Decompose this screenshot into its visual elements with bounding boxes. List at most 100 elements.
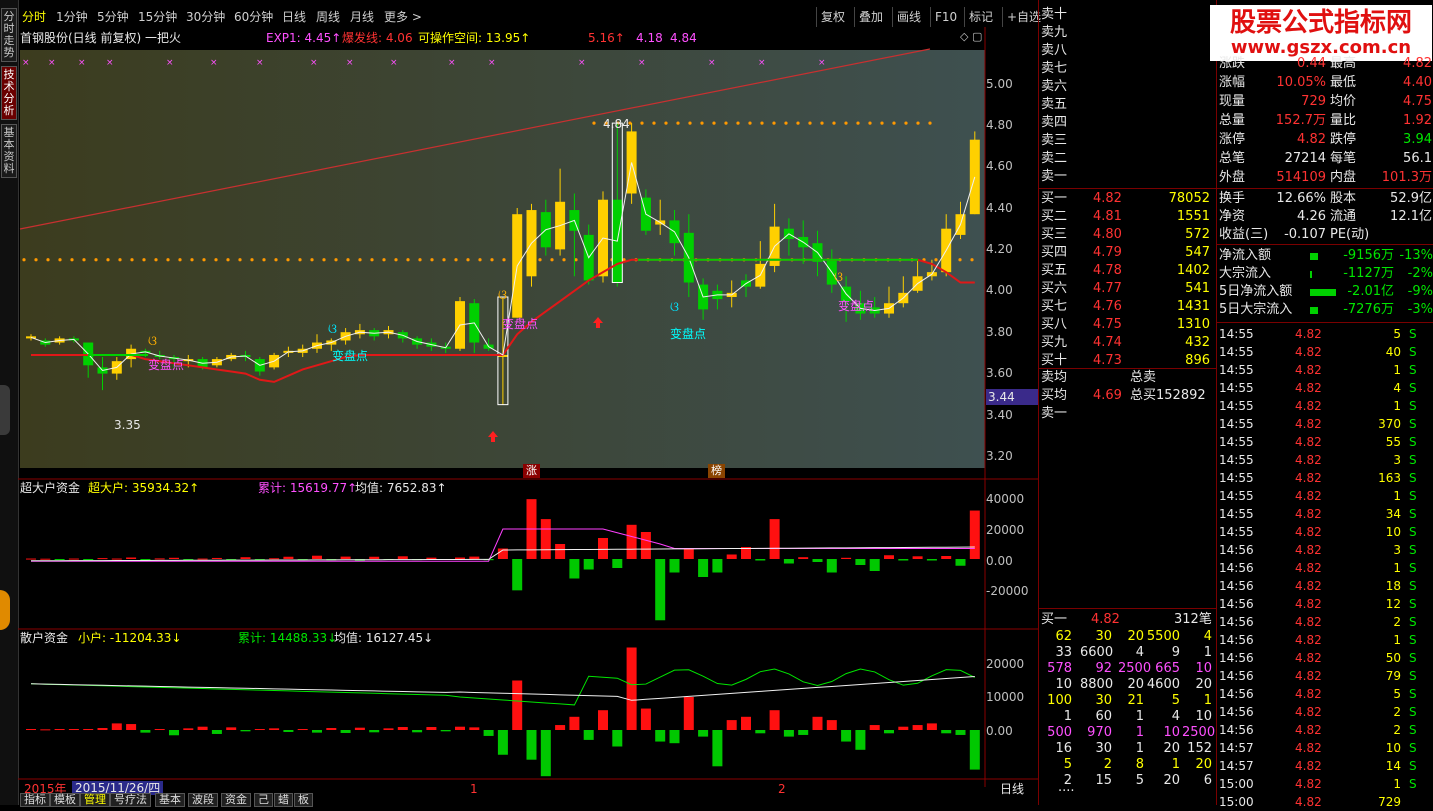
tick-row: 14:56 4.82 50 S xyxy=(1219,649,1433,667)
support-dot xyxy=(226,258,230,262)
pane2-bar xyxy=(269,558,280,560)
tick-price: 4.82 xyxy=(1295,417,1322,431)
period-1min[interactable]: 1分钟 xyxy=(56,7,88,27)
tick-side: S xyxy=(1409,399,1417,413)
overlay-button[interactable]: 叠加 xyxy=(854,7,887,27)
pane2-value-3: 均值: 7652.83↑ xyxy=(355,481,447,495)
date-period: 日线 xyxy=(1000,782,1025,796)
quote-label: 涨停 xyxy=(1219,132,1246,147)
quote-label: 最高 xyxy=(1330,56,1357,71)
tick-side: S xyxy=(1409,543,1417,557)
draw-line-button[interactable]: 画线 xyxy=(892,7,925,27)
quote-label: 均价 xyxy=(1330,94,1357,109)
pane2-bar xyxy=(669,559,680,573)
date-month-1: 1 xyxy=(470,782,478,796)
support-dot xyxy=(262,258,266,262)
quote-value: 729 xyxy=(1301,94,1326,109)
tick-time: 14:56 xyxy=(1219,615,1254,629)
x-mark: × xyxy=(210,58,218,68)
f10-button[interactable]: F10 xyxy=(930,7,961,27)
pane3-bar xyxy=(126,724,137,730)
pane2-bar xyxy=(26,558,36,560)
resist-dot xyxy=(808,121,812,125)
support-dot xyxy=(142,258,146,262)
tab-technical[interactable]: 技术分析 xyxy=(1,66,17,120)
buy-order-label: 买八 xyxy=(1041,317,1068,332)
tick-price: 4.82 xyxy=(1295,489,1322,503)
buy-order-qty: 432 xyxy=(1185,335,1210,350)
support-dot xyxy=(34,258,38,262)
kline-chart[interactable]: × × × × × × × × × × × × × × × × × ଓ ଓ ଓ ଓ ଓ xyxy=(18,27,1038,805)
period-5min[interactable]: 5分钟 xyxy=(97,7,129,27)
low-label: 3.35 xyxy=(114,418,141,432)
pane2-bar xyxy=(340,556,351,559)
pane3-bar xyxy=(169,730,179,736)
pane3-bar xyxy=(383,728,394,730)
tick-volume: 1 xyxy=(1393,489,1401,503)
tick-volume: 50 xyxy=(1385,651,1401,665)
buy-order-qty: 572 xyxy=(1185,227,1210,242)
buy-avg-label: 买均 xyxy=(1041,388,1068,403)
y-tick: 0.00 xyxy=(986,554,1013,568)
tick-price: 4.82 xyxy=(1295,705,1322,719)
period-15min[interactable]: 15分钟 xyxy=(138,7,177,27)
pane3-bar xyxy=(326,728,337,730)
tick-time: 14:55 xyxy=(1219,507,1254,521)
pane3-bar xyxy=(869,725,880,730)
tick-side: S xyxy=(1409,453,1417,467)
float-orb-icon[interactable] xyxy=(0,590,10,630)
period-weekly[interactable]: 周线 xyxy=(316,7,340,27)
collapse-handle[interactable] xyxy=(0,385,10,435)
buy-order-price: 4.77 xyxy=(1093,281,1122,296)
pane3-bar xyxy=(183,728,194,730)
pane2-bar xyxy=(169,557,179,559)
support-dot xyxy=(562,258,566,262)
chart-area[interactable]: × × × × × × × × × × × × × × × × × ଓ ଓ ଓ ଓ ଓ 首钢股份(日线 前复权) 一把火… xyxy=(18,27,1038,805)
period-monthly[interactable]: 月线 xyxy=(350,7,374,27)
tick-side: S xyxy=(1409,435,1417,449)
sell-order-label: 卖一 xyxy=(1041,169,1068,184)
period-30min[interactable]: 30分钟 xyxy=(186,7,225,27)
pane3-bar xyxy=(483,730,494,736)
pane3-bar xyxy=(812,716,823,730)
queue-cell: 20 xyxy=(1163,773,1180,788)
tab-intraday[interactable]: 分时走势 xyxy=(1,8,17,62)
pane3-bar xyxy=(783,730,794,737)
tab-fundamental[interactable]: 基本资料 xyxy=(1,124,17,178)
sell-total-label: 总卖 xyxy=(1130,370,1157,385)
mark-button[interactable]: 标记 xyxy=(964,7,997,27)
window-diamond-icon[interactable]: ◇ ▢ xyxy=(960,30,982,44)
pane3-bar xyxy=(254,729,265,731)
pane2-title: 超大户资金 xyxy=(20,481,81,495)
buy-avg-value: 4.69 xyxy=(1093,388,1122,403)
tick-time: 14:56 xyxy=(1219,705,1254,719)
tick-price: 4.82 xyxy=(1295,525,1322,539)
pane3-bar xyxy=(955,730,966,735)
y-tick: 40000 xyxy=(986,492,1025,506)
pane3-avg-line xyxy=(30,676,975,701)
pane3-bar xyxy=(455,726,465,730)
period-60min[interactable]: 60分钟 xyxy=(234,7,273,27)
pane3-bar xyxy=(412,730,423,733)
flow-value: -9156万 xyxy=(1343,248,1394,263)
pane2-bar xyxy=(512,559,523,591)
tick-side: S xyxy=(1409,741,1417,755)
tick-row: 14:56 4.82 2 S xyxy=(1219,613,1433,631)
resist-dot xyxy=(844,121,848,125)
tick-price: 4.82 xyxy=(1295,633,1322,647)
period-more[interactable]: 更多 > xyxy=(384,7,422,27)
tick-time: 14:56 xyxy=(1219,543,1254,557)
support-dot xyxy=(394,258,398,262)
pane3-bar xyxy=(884,730,894,734)
fund-value: 12.1亿 xyxy=(1390,209,1432,224)
flow-bar xyxy=(1310,253,1318,260)
buy-order-label: 买七 xyxy=(1041,299,1068,314)
pane3-bar xyxy=(54,729,65,731)
restore-right-button[interactable]: 复权 xyxy=(816,7,849,27)
resist-dot xyxy=(880,121,884,125)
buy-order-price: 4.74 xyxy=(1093,335,1122,350)
period-daily[interactable]: 日线 xyxy=(282,7,306,27)
quote-value: 152.7万 xyxy=(1275,113,1326,128)
period-intraday[interactable]: 分时 xyxy=(22,7,46,27)
pane3-bar xyxy=(669,730,680,744)
